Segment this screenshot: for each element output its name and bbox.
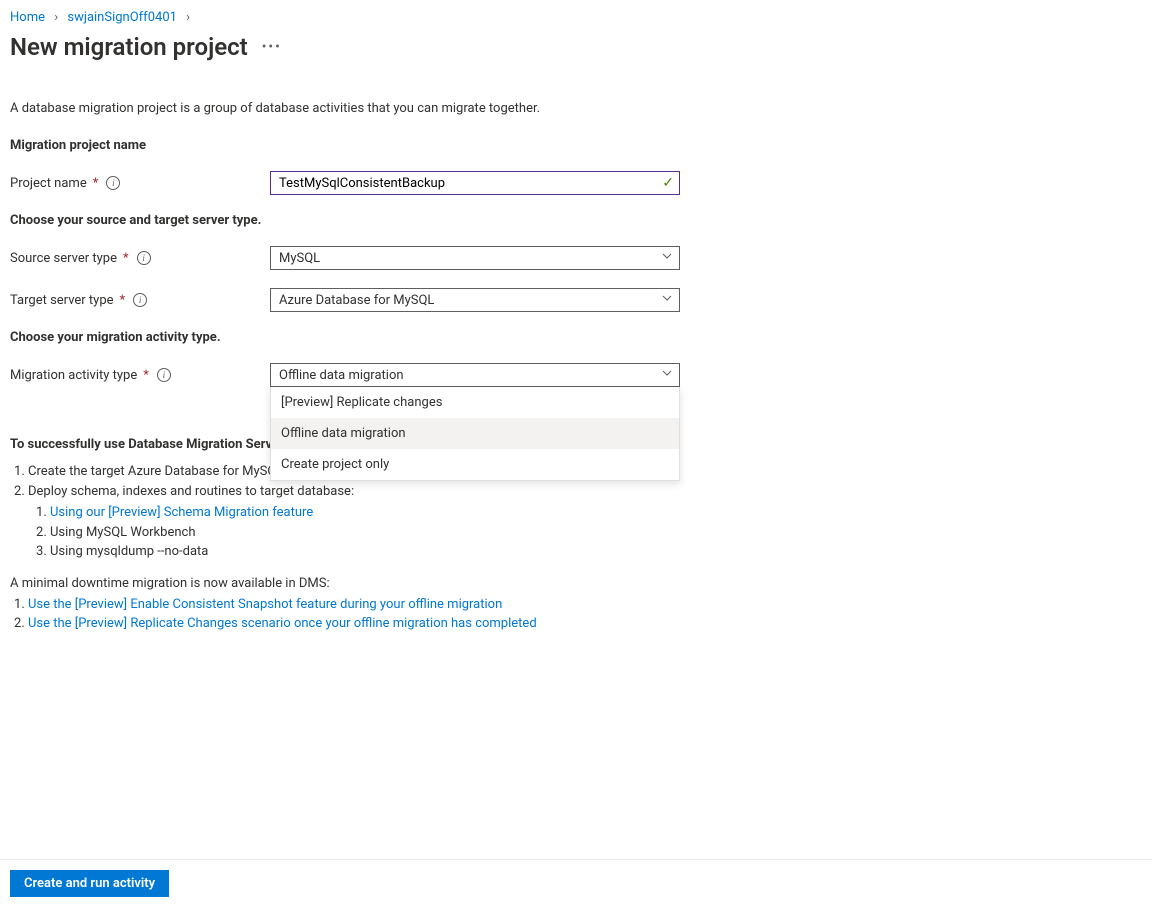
label-source-type: Source server type* i bbox=[10, 251, 270, 266]
downtime-step-2: Use the [Preview] Replicate Changes scen… bbox=[28, 614, 1142, 634]
section-source-target: Choose your source and target server typ… bbox=[10, 213, 1142, 228]
instruction-step-2: Deploy schema, indexes and routines to t… bbox=[28, 482, 1142, 562]
chevron-down-icon bbox=[661, 292, 673, 308]
info-icon[interactable]: i bbox=[106, 176, 120, 190]
source-type-value: MySQL bbox=[279, 251, 320, 266]
footer-bar: Create and run activity bbox=[0, 859, 1152, 915]
target-type-select[interactable]: Azure Database for MySQL bbox=[270, 288, 680, 312]
activity-type-value: Offline data migration bbox=[279, 368, 404, 383]
label-project-name: Project name* i bbox=[10, 176, 270, 191]
activity-option-replicate[interactable]: [Preview] Replicate changes bbox=[271, 387, 679, 418]
create-and-run-button[interactable]: Create and run activity bbox=[10, 870, 169, 897]
chevron-right-icon: › bbox=[54, 10, 58, 25]
activity-option-offline[interactable]: Offline data migration bbox=[271, 418, 679, 449]
link-consistent-snapshot[interactable]: Use the [Preview] Enable Consistent Snap… bbox=[28, 597, 502, 612]
instruction-step-2b: Using MySQL Workbench bbox=[50, 523, 1142, 543]
instruction-step-2a: Using our [Preview] Schema Migration fea… bbox=[50, 503, 1142, 523]
info-icon[interactable]: i bbox=[133, 293, 147, 307]
activity-type-dropdown: [Preview] Replicate changes Offline data… bbox=[270, 387, 680, 481]
checkmark-icon: ✓ bbox=[662, 175, 674, 191]
downtime-list: Use the [Preview] Enable Consistent Snap… bbox=[10, 595, 1142, 634]
project-name-input[interactable] bbox=[270, 171, 680, 195]
activity-option-create-only[interactable]: Create project only bbox=[271, 449, 679, 480]
breadcrumb-home[interactable]: Home bbox=[10, 10, 45, 25]
link-replicate-changes[interactable]: Use the [Preview] Replicate Changes scen… bbox=[28, 616, 537, 631]
info-icon[interactable]: i bbox=[157, 368, 171, 382]
chevron-down-icon bbox=[661, 367, 673, 383]
chevron-right-icon: › bbox=[186, 10, 190, 25]
label-target-type: Target server type* i bbox=[10, 293, 270, 308]
info-icon[interactable]: i bbox=[137, 251, 151, 265]
page-title: New migration project bbox=[10, 33, 248, 61]
breadcrumb: Home › swjainSignOff0401 › bbox=[10, 10, 1142, 25]
activity-type-select[interactable]: Offline data migration bbox=[270, 363, 680, 387]
page-description: A database migration project is a group … bbox=[10, 101, 1142, 116]
breadcrumb-item[interactable]: swjainSignOff0401 bbox=[67, 10, 177, 25]
chevron-down-icon bbox=[661, 250, 673, 266]
label-activity-type: Migration activity type* i bbox=[10, 368, 270, 383]
section-activity-type: Choose your migration activity type. bbox=[10, 330, 1142, 345]
more-actions-icon[interactable]: ••• bbox=[262, 39, 282, 55]
section-migration-project-name: Migration project name bbox=[10, 138, 1142, 153]
downtime-head: A minimal downtime migration is now avai… bbox=[10, 576, 1142, 591]
downtime-step-1: Use the [Preview] Enable Consistent Snap… bbox=[28, 595, 1142, 615]
instruction-step-2c: Using mysqldump --no-data bbox=[50, 542, 1142, 562]
target-type-value: Azure Database for MySQL bbox=[279, 293, 434, 308]
source-type-select[interactable]: MySQL bbox=[270, 246, 680, 270]
link-schema-migration[interactable]: Using our [Preview] Schema Migration fea… bbox=[50, 505, 313, 520]
